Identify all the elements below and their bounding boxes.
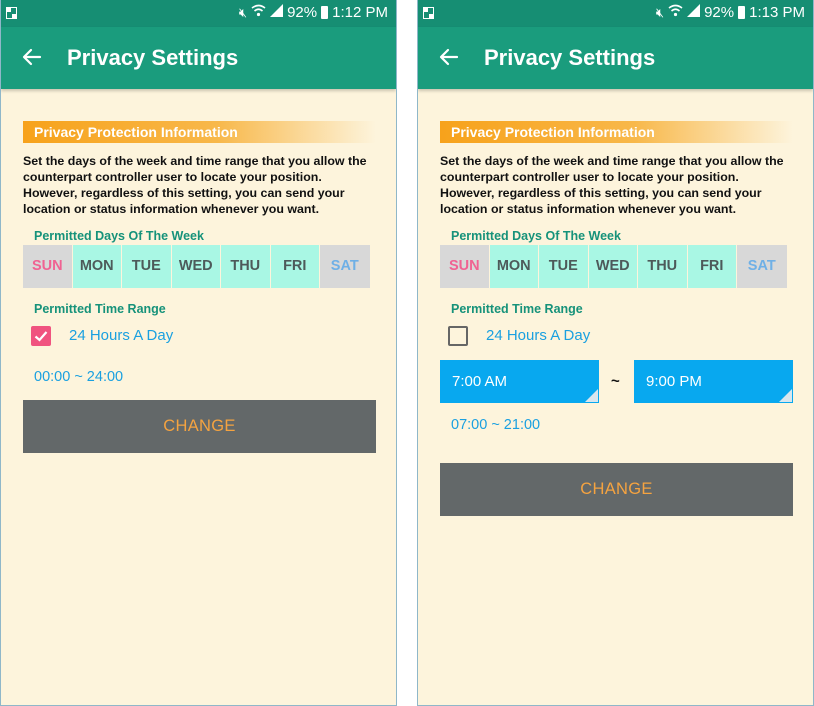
day-fri[interactable]: FRI (687, 245, 737, 288)
all-day-checkbox[interactable] (448, 326, 468, 346)
page-title: Privacy Settings (484, 45, 656, 70)
app-bar: Privacy Settings (1, 27, 396, 89)
phone-screen-left: 🔇︎ 92% 1:12 PM Privacy Settings Privacy … (0, 0, 397, 706)
day-sun[interactable]: SUN (440, 245, 490, 288)
day-tue[interactable]: TUE (122, 245, 172, 288)
main-content: Privacy Protection Information Set the d… (23, 121, 376, 453)
signal-icon (270, 4, 284, 21)
dropdown-corner-icon (585, 389, 598, 402)
time-separator: ~ (611, 373, 620, 390)
day-mon[interactable]: MON (489, 245, 539, 288)
end-time-value: 9:00 PM (646, 373, 702, 390)
description-text: Set the days of the week and time range … (440, 154, 784, 216)
page-title: Privacy Settings (67, 45, 239, 70)
battery-percent: 92% (704, 4, 735, 21)
clock: 1:12 PM (332, 4, 388, 21)
status-icons: 🔇︎ 92% 1:12 PM (239, 4, 388, 21)
status-bar: 🔇︎ 92% 1:13 PM (418, 0, 813, 27)
day-sun[interactable]: SUN (23, 245, 73, 288)
all-day-row: 24 Hours A Day (23, 318, 376, 360)
arrow-left-icon[interactable] (22, 47, 42, 67)
day-wed[interactable]: WED (171, 245, 221, 288)
app-bar: Privacy Settings (418, 27, 813, 89)
notification-icon (423, 7, 434, 19)
day-thu[interactable]: THU (221, 245, 271, 288)
dropdown-corner-icon (779, 389, 792, 402)
day-thu[interactable]: THU (638, 245, 688, 288)
day-sat[interactable]: SAT (320, 245, 370, 288)
description-text: Set the days of the week and time range … (23, 154, 367, 216)
notification-icon (6, 7, 17, 19)
change-button[interactable]: CHANGE (23, 400, 376, 453)
day-mon[interactable]: MON (72, 245, 122, 288)
day-tue[interactable]: TUE (539, 245, 589, 288)
arrow-left-icon[interactable] (439, 47, 459, 67)
wifi-icon (251, 4, 266, 21)
all-day-row: 24 Hours A Day (440, 318, 793, 360)
battery-icon (738, 6, 746, 19)
day-fri[interactable]: FRI (270, 245, 320, 288)
signal-icon (687, 4, 701, 21)
battery-icon (321, 6, 329, 19)
range-summary: 00:00 ~ 24:00 (34, 369, 124, 385)
mute-icon: 🔇︎ (655, 4, 665, 20)
days-label: Permitted Days Of The Week (451, 229, 621, 243)
all-day-label[interactable]: 24 Hours A Day (486, 327, 590, 344)
all-day-checkbox[interactable] (31, 326, 51, 346)
end-time-picker[interactable]: 9:00 PM (634, 360, 793, 403)
phone-screen-right: 🔇︎ 92% 1:13 PM Privacy Settings Privacy … (417, 0, 814, 706)
start-time-value: 7:00 AM (452, 373, 508, 390)
wifi-icon (668, 4, 683, 21)
time-range-label: Permitted Time Range (451, 302, 583, 316)
range-summary: 07:00 ~ 21:00 (451, 417, 541, 433)
info-header: Privacy Protection Information (23, 121, 376, 143)
day-sat[interactable]: SAT (737, 245, 787, 288)
mute-icon: 🔇︎ (238, 4, 248, 20)
status-bar: 🔇︎ 92% 1:12 PM (1, 0, 396, 27)
info-header: Privacy Protection Information (440, 121, 793, 143)
day-wed[interactable]: WED (588, 245, 638, 288)
all-day-label[interactable]: 24 Hours A Day (69, 327, 173, 344)
day-selector: SUN MON TUE WED THU FRI SAT (23, 245, 376, 288)
days-label: Permitted Days Of The Week (34, 229, 204, 243)
time-range-label: Permitted Time Range (34, 302, 166, 316)
battery-percent: 92% (287, 4, 318, 21)
status-icons: 🔇︎ 92% 1:13 PM (656, 4, 805, 21)
main-content: Privacy Protection Information Set the d… (440, 121, 793, 516)
time-range-pickers: 7:00 AM ~ 9:00 PM (440, 360, 793, 403)
check-icon (34, 331, 48, 342)
clock: 1:13 PM (749, 4, 805, 21)
change-button[interactable]: CHANGE (440, 463, 793, 516)
start-time-picker[interactable]: 7:00 AM (440, 360, 599, 403)
day-selector: SUN MON TUE WED THU FRI SAT (440, 245, 793, 288)
